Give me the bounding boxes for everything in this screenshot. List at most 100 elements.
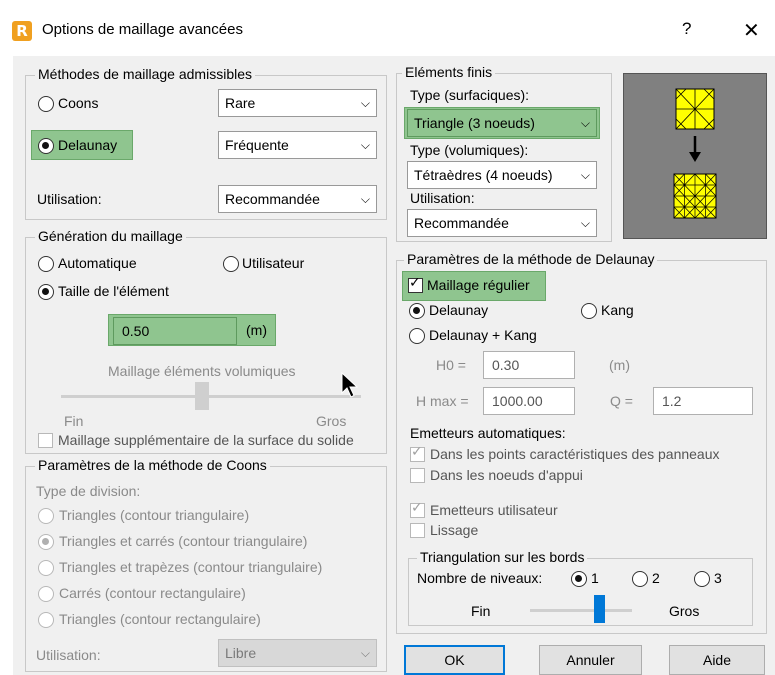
fe-usage-value: Recommandée <box>414 215 509 231</box>
check-icon: ✓ <box>409 275 421 291</box>
q-input[interactable]: 1.2 <box>653 387 753 415</box>
delaunay-kang-radio[interactable] <box>409 328 425 344</box>
regular-mesh-checkbox[interactable]: ✓ <box>408 275 423 293</box>
user-emitters-label: Emetteurs utilisateur <box>430 502 558 518</box>
volume-mesh-label: Maillage éléments volumiques <box>108 363 296 379</box>
chevron-down-icon: ⌵ <box>360 96 370 110</box>
delaunay-label: Delaunay <box>58 137 118 153</box>
coons-option-radio-1[interactable] <box>38 508 54 524</box>
delaunay-kang-label: Delaunay + Kang <box>429 327 537 343</box>
levels-label: Nombre de niveaux: <box>417 570 543 586</box>
mesh-preview-image <box>623 73 767 239</box>
edge-triangulation-legend: Triangulation sur les bords <box>417 549 588 565</box>
level-1-radio[interactable] <box>571 571 587 587</box>
volume-slider-max-label: Gros <box>316 413 347 429</box>
h0-input[interactable]: 0.30 <box>483 351 575 379</box>
delaunay-variant-label: Delaunay <box>429 302 489 318</box>
chevron-down-icon: ⌵ <box>360 646 370 660</box>
check-icon: ✓ <box>411 500 423 516</box>
automatic-label: Automatique <box>58 255 137 271</box>
chevron-down-icon: ⌵ <box>580 116 590 130</box>
volume-mesh-slider-track <box>61 395 361 398</box>
level-3-radio[interactable] <box>694 571 710 587</box>
surface-type-label: Type (surfaciques): <box>410 87 530 103</box>
edge-triangulation-group <box>408 558 753 626</box>
level-2-label: 2 <box>652 570 660 586</box>
coons-usage-value: Libre <box>225 645 257 661</box>
support-nodes-checkbox[interactable] <box>410 468 425 483</box>
regular-mesh-label: Maillage régulier <box>427 277 530 293</box>
edge-slider-track <box>530 609 632 612</box>
hmax-label: H max = <box>416 393 469 409</box>
chevron-down-icon: ⌵ <box>360 138 370 152</box>
mouse-cursor-icon <box>341 372 359 398</box>
hmax-input[interactable]: 1000.00 <box>483 387 575 415</box>
help-icon[interactable]: ? <box>682 19 691 39</box>
delaunay-params-legend: Paramètres de la méthode de Delaunay <box>404 251 658 267</box>
level-2-radio[interactable] <box>632 571 648 587</box>
volume-type-value: Tétraèdres (4 noeuds) <box>414 167 553 183</box>
edge-slider-min-label: Fin <box>471 603 491 619</box>
panel-points-checkbox[interactable]: ✓ <box>410 444 425 462</box>
finite-elements-legend: Eléments finis <box>402 64 496 80</box>
dialog-body: Méthodes de maillage admissibles Coons R… <box>13 56 775 675</box>
coons-option-label-1: Triangles (contour triangulaire) <box>59 507 250 523</box>
coons-option-radio-5[interactable] <box>38 612 54 628</box>
coons-frequency-value: Rare <box>225 95 256 111</box>
help-button[interactable]: Aide <box>669 645 765 675</box>
volume-mesh-slider-thumb[interactable] <box>195 382 209 410</box>
delaunay-frequency-select[interactable]: Fréquente ⌵ <box>218 131 377 159</box>
smoothing-checkbox[interactable] <box>410 523 425 538</box>
title-bar: R Options de maillage avancées ? ✕ <box>0 0 775 62</box>
coons-option-radio-2[interactable] <box>38 534 54 550</box>
h0-unit: (m) <box>609 357 630 373</box>
meshing-methods-legend: Méthodes de maillage admissibles <box>35 66 255 82</box>
coons-usage-label: Utilisation: <box>36 647 101 663</box>
coons-frequency-select[interactable]: Rare ⌵ <box>218 89 377 117</box>
chevron-down-icon: ⌵ <box>580 168 590 182</box>
close-icon[interactable]: ✕ <box>743 18 760 43</box>
panel-points-label: Dans les points caractéristiques des pan… <box>430 446 720 462</box>
delaunay-radio[interactable] <box>38 138 54 154</box>
level-3-label: 3 <box>714 570 722 586</box>
automatic-radio[interactable] <box>38 256 54 272</box>
element-size-radio[interactable] <box>38 284 54 300</box>
user-emitters-checkbox[interactable]: ✓ <box>410 500 425 518</box>
solid-surface-checkbox[interactable] <box>38 433 53 448</box>
coons-radio[interactable] <box>38 96 54 112</box>
cancel-button[interactable]: Annuler <box>539 645 642 675</box>
check-icon: ✓ <box>411 444 423 460</box>
volume-type-select[interactable]: Tétraèdres (4 noeuds) ⌵ <box>407 161 597 189</box>
solid-surface-label: Maillage supplémentaire de la surface du… <box>58 432 354 448</box>
q-label: Q = <box>610 393 633 409</box>
coarse-mesh-icon <box>675 88 715 130</box>
chevron-down-icon: ⌵ <box>360 192 370 206</box>
delaunay-frequency-value: Fréquente <box>225 137 289 153</box>
mesh-generation-legend: Génération du maillage <box>35 228 186 244</box>
delaunay-variant-radio[interactable] <box>409 303 425 319</box>
ok-button[interactable]: OK <box>404 645 505 675</box>
kang-radio[interactable] <box>581 303 597 319</box>
methods-usage-select[interactable]: Recommandée ⌵ <box>218 185 377 213</box>
coons-option-label-3: Triangles et trapèzes (contour triangula… <box>59 559 323 575</box>
coons-option-label-2: Triangles et carrés (contour triangulair… <box>59 533 308 549</box>
support-nodes-label: Dans les noeuds d'appui <box>430 467 583 483</box>
coons-option-radio-3[interactable] <box>38 560 54 576</box>
coons-option-radio-4[interactable] <box>38 586 54 602</box>
mesh-preview-icon <box>673 88 717 219</box>
fine-mesh-icon <box>673 173 717 219</box>
fe-usage-select[interactable]: Recommandée ⌵ <box>407 209 597 237</box>
coons-label: Coons <box>58 95 99 111</box>
h0-label: H0 = <box>436 357 466 373</box>
user-radio[interactable] <box>223 256 239 272</box>
surface-type-select[interactable]: Triangle (3 noeuds) ⌵ <box>407 109 597 137</box>
division-type-label: Type de division: <box>36 483 141 499</box>
coons-option-label-5: Triangles (contour rectangulaire) <box>59 611 261 627</box>
coons-usage-select[interactable]: Libre ⌵ <box>218 639 377 667</box>
fe-usage-label: Utilisation: <box>410 190 475 206</box>
coons-params-legend: Paramètres de la méthode de Coons <box>35 457 270 473</box>
app-icon: R <box>12 21 32 41</box>
element-size-label: Taille de l'élément <box>58 283 169 299</box>
edge-slider-thumb[interactable] <box>594 595 605 623</box>
element-size-input[interactable]: 0.50 <box>113 317 237 345</box>
